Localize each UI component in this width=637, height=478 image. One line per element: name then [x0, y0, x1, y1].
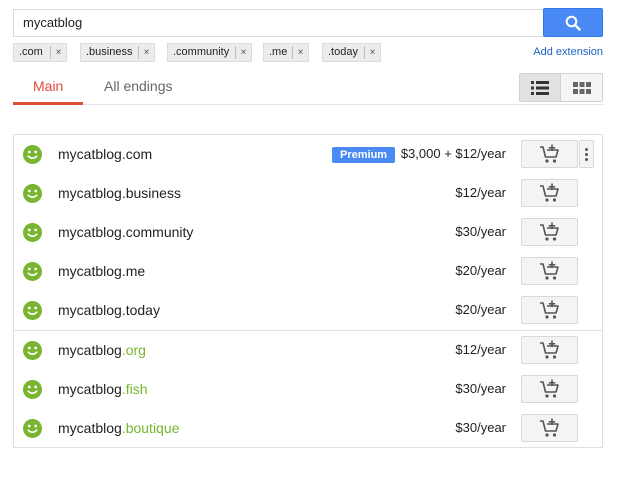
result-row: mycatblog.boutique $30/year: [14, 409, 602, 448]
add-to-cart-icon: [539, 183, 559, 202]
add-to-cart-button[interactable]: [521, 179, 578, 207]
domain-sld: mycatblog: [58, 381, 122, 397]
result-row: mycatblog.com $3,000 + $12/year Premium: [14, 135, 602, 174]
result-row: mycatblog.org $12/year: [14, 331, 602, 370]
chip-business: .business ×: [80, 43, 155, 62]
domain-price: $20/year: [455, 263, 506, 278]
add-to-cart-button[interactable]: [521, 257, 578, 285]
grid-view-button[interactable]: [561, 74, 602, 101]
search-icon: [565, 15, 581, 31]
domain-tld: .org: [121, 342, 146, 358]
result-row: mycatblog.today $20/year: [14, 291, 602, 330]
domain-name: mycatblog.boutique: [58, 420, 179, 436]
add-to-cart-icon: [539, 261, 559, 280]
list-view-button[interactable]: [520, 74, 562, 101]
domain-tld: .boutique: [121, 420, 180, 436]
list-view-icon: [531, 80, 549, 95]
add-to-cart-button[interactable]: [521, 140, 578, 168]
add-to-cart-button[interactable]: [521, 296, 578, 324]
smiley-icon: [23, 301, 42, 320]
chip-me: .me ×: [263, 43, 309, 62]
chip-label: .today: [328, 46, 358, 58]
add-to-cart-button[interactable]: [521, 375, 578, 403]
domain-tld: .business: [121, 185, 181, 201]
add-to-cart-icon: [539, 300, 559, 319]
add-to-cart-icon: [539, 222, 559, 241]
add-to-cart-icon: [539, 379, 559, 398]
domain-name: mycatblog.today: [58, 302, 160, 318]
chip-com: .com ×: [13, 43, 67, 62]
domain-name: mycatblog.business: [58, 185, 181, 201]
tab-main[interactable]: Main: [33, 78, 63, 94]
add-extension-link[interactable]: Add extension: [533, 46, 603, 58]
smiley-icon: [23, 419, 42, 438]
add-to-cart-icon: [539, 418, 559, 437]
domain-price: $3,000 + $12/year: [400, 146, 506, 161]
chip-remove-button[interactable]: ×: [50, 46, 66, 59]
domain-tld: .fish: [121, 381, 148, 397]
domain-name: mycatblog.com: [58, 146, 152, 162]
domain-tld: .today: [121, 302, 160, 318]
smiley-icon: [23, 145, 42, 164]
tab-all-endings[interactable]: All endings: [104, 78, 173, 94]
tabs-divider: [13, 104, 603, 105]
add-to-cart-icon: [539, 340, 559, 359]
domain-name: mycatblog.org: [58, 342, 146, 358]
domain-price: $20/year: [455, 302, 506, 317]
results-list: mycatblog.com $3,000 + $12/year Premium …: [13, 134, 603, 448]
chip-remove-button[interactable]: ×: [364, 46, 380, 59]
domain-name: mycatblog.me: [58, 263, 145, 279]
domain-sld: mycatblog: [58, 146, 122, 162]
chip-today: .today ×: [322, 43, 381, 62]
chip-remove-button[interactable]: ×: [138, 46, 154, 59]
domain-name: mycatblog.community: [58, 224, 193, 240]
domain-sld: mycatblog: [58, 302, 122, 318]
result-row: mycatblog.business $12/year: [14, 174, 602, 213]
domain-tld: .community: [121, 224, 194, 240]
add-to-cart-button[interactable]: [521, 414, 578, 442]
smiley-icon: [23, 223, 42, 242]
more-vert-icon[interactable]: [579, 140, 594, 168]
domain-name: mycatblog.fish: [58, 381, 148, 397]
chip-remove-button[interactable]: ×: [235, 46, 251, 59]
result-row: mycatblog.community $30/year: [14, 213, 602, 252]
search-input[interactable]: mycatblog: [13, 9, 544, 37]
chip-label: .community: [173, 46, 230, 58]
chip-community: .community ×: [167, 43, 252, 62]
result-row: mycatblog.fish $30/year: [14, 370, 602, 409]
domain-price: $30/year: [455, 420, 506, 435]
chip-remove-button[interactable]: ×: [292, 46, 308, 59]
add-to-cart-button[interactable]: [521, 218, 578, 246]
smiley-icon: [23, 380, 42, 399]
chip-label: .me: [269, 46, 288, 58]
domain-sld: mycatblog: [58, 185, 122, 201]
domain-tld: .me: [121, 263, 146, 279]
domain-sld: mycatblog: [58, 263, 122, 279]
result-row: mycatblog.me $20/year: [14, 252, 602, 291]
domain-sld: mycatblog: [58, 420, 122, 436]
domain-price: $12/year: [455, 185, 506, 200]
domain-sld: mycatblog: [58, 342, 122, 358]
domain-price: $30/year: [455, 224, 506, 239]
chip-label: .com: [19, 46, 43, 58]
search-input-value: mycatblog: [23, 15, 83, 30]
search-button[interactable]: [543, 8, 603, 37]
add-to-cart-icon: [539, 144, 559, 163]
smiley-icon: [23, 184, 42, 203]
domain-price: $30/year: [455, 381, 506, 396]
chip-label: .business: [86, 46, 133, 58]
domain-price: $12/year: [455, 342, 506, 357]
domain-sld: mycatblog: [58, 224, 122, 240]
smiley-icon: [23, 262, 42, 281]
add-to-cart-button[interactable]: [521, 336, 578, 364]
premium-badge: Premium: [332, 147, 396, 163]
grid-view-icon: [572, 81, 591, 94]
domain-tld: .com: [121, 146, 153, 162]
smiley-icon: [23, 341, 42, 360]
active-tab-indicator: [13, 102, 83, 105]
view-toggle: [519, 73, 603, 102]
